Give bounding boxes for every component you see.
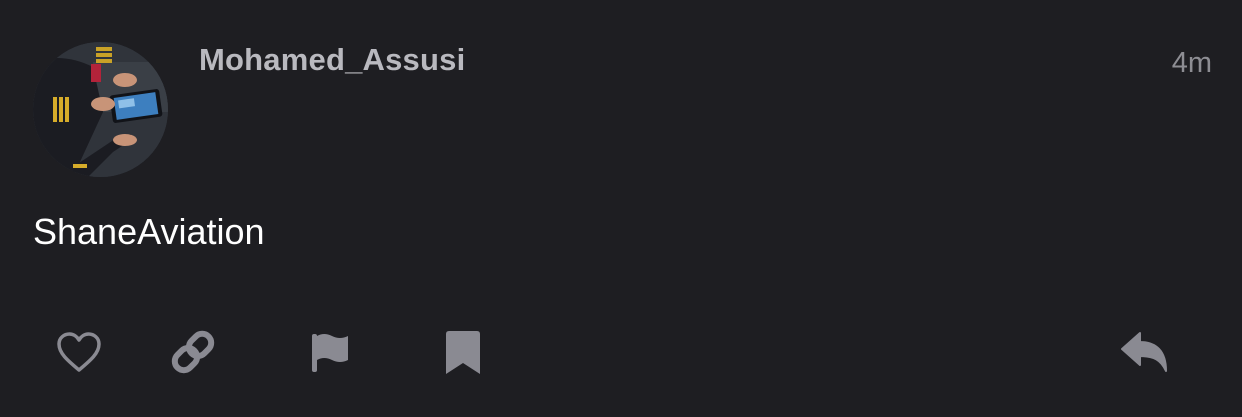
like-button[interactable] bbox=[49, 322, 109, 382]
share-link-button[interactable] bbox=[163, 322, 223, 382]
link-icon bbox=[171, 330, 215, 374]
reply-icon bbox=[1121, 332, 1167, 372]
bookmark-icon bbox=[446, 331, 480, 374]
bookmark-button[interactable] bbox=[433, 322, 493, 382]
heart-icon bbox=[57, 332, 101, 372]
post-content: ShaneAviation bbox=[33, 211, 265, 252]
flag-button[interactable] bbox=[298, 322, 358, 382]
reply-button[interactable] bbox=[1114, 322, 1174, 382]
post-timestamp[interactable]: 4m bbox=[1172, 47, 1212, 80]
author-username[interactable]: Mohamed_Assusi bbox=[199, 42, 465, 78]
avatar[interactable] bbox=[33, 42, 168, 177]
pilot-avatar-icon bbox=[33, 42, 168, 177]
post-card: Mohamed_Assusi 4m ShaneAviation bbox=[0, 0, 1242, 417]
flag-icon bbox=[312, 334, 348, 372]
